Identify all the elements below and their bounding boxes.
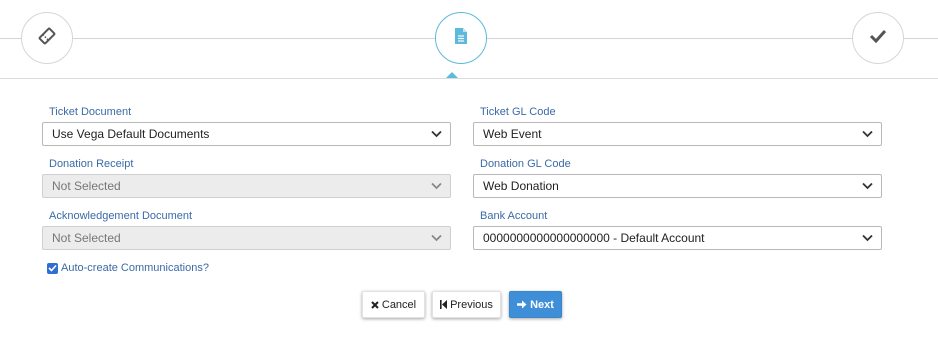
acknowledgement-document-field: Acknowledgement Document Not Selected: [42, 210, 451, 250]
cancel-button[interactable]: Cancel: [362, 291, 425, 318]
previous-button[interactable]: Previous: [432, 291, 501, 318]
donation-gl-code-select[interactable]: Web Donation: [473, 174, 882, 198]
donation-receipt-value: Not Selected: [52, 179, 121, 193]
arrow-right-icon: [517, 300, 527, 309]
auto-create-communications-checkbox[interactable]: [47, 262, 58, 274]
chevron-down-icon: [861, 180, 874, 193]
acknowledgement-document-value: Not Selected: [52, 231, 121, 245]
chevron-down-icon: [430, 232, 443, 245]
ticket-gl-code-select[interactable]: Web Event: [473, 122, 882, 146]
next-button-label: Next: [530, 298, 554, 311]
auto-create-communications-label[interactable]: Auto-create Communications?: [61, 262, 209, 274]
ticket-gl-code-value: Web Event: [483, 127, 542, 141]
bank-account-select[interactable]: 0000000000000000000 - Default Account: [473, 226, 882, 250]
checkmark-icon: [869, 29, 887, 48]
auto-create-communications-option: Auto-create Communications?: [47, 262, 209, 274]
ticket-document-field: Ticket Document Use Vega Default Documen…: [42, 106, 451, 146]
chevron-down-icon: [861, 128, 874, 141]
cancel-button-label: Cancel: [381, 298, 417, 311]
donation-receipt-field: Donation Receipt Not Selected: [42, 158, 451, 198]
bank-account-field: Bank Account 0000000000000000000 - Defau…: [473, 210, 882, 250]
ticket-document-select[interactable]: Use Vega Default Documents: [42, 122, 451, 146]
acknowledgement-document-label: Acknowledgement Document: [49, 210, 193, 222]
previous-button-label: Previous: [450, 298, 493, 311]
next-button[interactable]: Next: [509, 291, 562, 318]
active-step-pointer: [446, 72, 458, 78]
donation-gl-code-field: Donation GL Code Web Donation: [473, 158, 882, 198]
ticket-document-label: Ticket Document: [49, 106, 132, 118]
donation-receipt-select: Not Selected: [42, 174, 451, 198]
donation-gl-code-value: Web Donation: [483, 179, 559, 193]
chevron-down-icon: [861, 232, 874, 245]
chevron-down-icon: [430, 128, 443, 141]
close-icon: [371, 300, 379, 309]
step-documents[interactable]: [435, 12, 487, 64]
ticket-icon: [37, 26, 57, 51]
step-tickets[interactable]: [21, 12, 73, 64]
document-icon: [453, 27, 469, 50]
donation-receipt-label: Donation Receipt: [49, 158, 134, 170]
donation-gl-code-label: Donation GL Code: [480, 158, 571, 170]
bank-account-value: 0000000000000000000 - Default Account: [483, 231, 705, 245]
ticket-document-value: Use Vega Default Documents: [52, 127, 210, 141]
acknowledgement-document-select: Not Selected: [42, 226, 451, 250]
step-confirm[interactable]: [852, 12, 904, 64]
step-backward-icon: [440, 300, 448, 309]
bank-account-label: Bank Account: [480, 210, 548, 222]
wizard-steps: [0, 0, 938, 79]
ticket-gl-code-field: Ticket GL Code Web Event: [473, 106, 882, 146]
chevron-down-icon: [430, 180, 443, 193]
ticket-gl-code-label: Ticket GL Code: [480, 106, 556, 118]
